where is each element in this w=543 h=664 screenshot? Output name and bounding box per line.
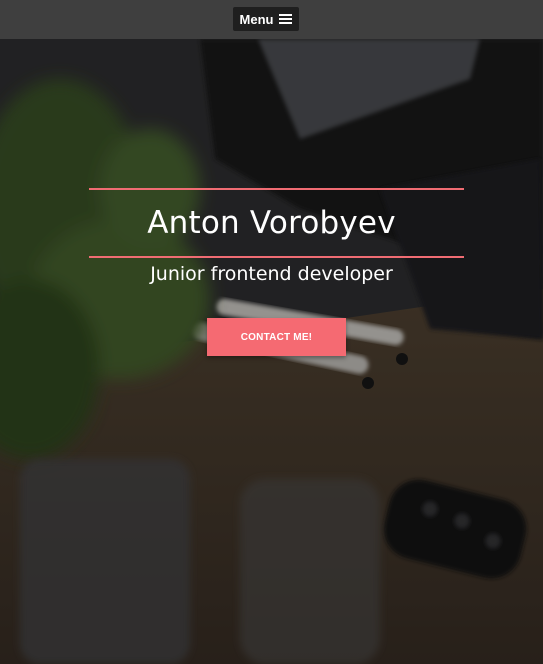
contact-me-button[interactable]: CONTACT ME! — [207, 318, 346, 356]
hero-role: Junior frontend developer — [150, 263, 393, 285]
hero-name: Anton Vorobyev — [147, 205, 396, 241]
title-divider-top — [89, 188, 464, 190]
menu-button-label: Menu — [239, 11, 274, 27]
title-divider-bottom — [89, 256, 464, 258]
hamburger-icon — [279, 14, 293, 24]
top-navigation-bar: Menu — [0, 0, 543, 39]
menu-button[interactable]: Menu — [233, 7, 299, 31]
hero-section: Anton Vorobyev Junior frontend developer… — [0, 39, 543, 664]
